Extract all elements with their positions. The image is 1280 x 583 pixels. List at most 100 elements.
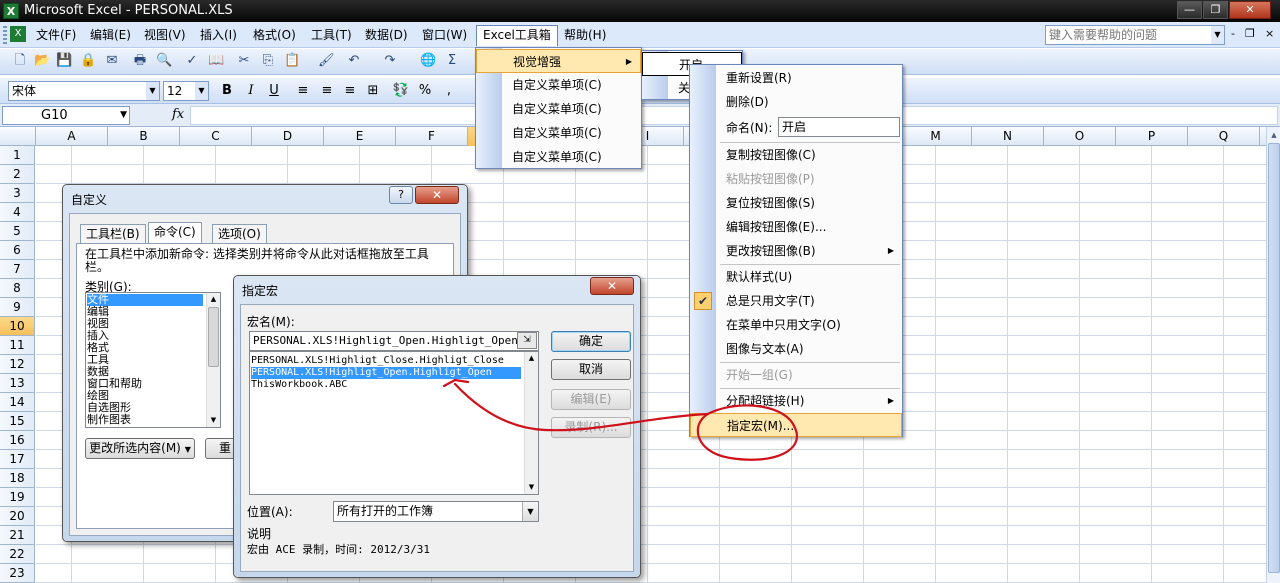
menu-item-custom-3[interactable]: 自定义菜单项(C) [476,121,641,145]
row-header[interactable]: 20 [0,507,35,526]
cut-icon[interactable]: ✂ [236,53,252,69]
menu-tools[interactable]: 工具(T) [305,25,358,46]
column-header[interactable]: D [252,127,324,146]
menu-help[interactable]: 帮助(H) [558,25,612,46]
menu-item-reset-image[interactable]: 复位按钮图像(S) [690,191,902,215]
save-icon[interactable]: 💾 [56,53,72,69]
ok-button[interactable]: 确定 [551,331,631,352]
row-header[interactable]: 8 [0,279,35,298]
row-header[interactable]: 14 [0,393,35,412]
menu-item-begin-group[interactable]: 开始一组(G) [690,363,902,387]
row-header[interactable]: 23 [0,564,35,583]
scroll-thumb[interactable] [1268,143,1280,573]
row-header-selected[interactable]: 10 [0,317,35,336]
row-header[interactable]: 15 [0,412,35,431]
scroll-thumb[interactable] [208,307,219,367]
minimize-button[interactable]: — [1177,1,1202,19]
research-icon[interactable]: 📖 [208,53,224,69]
restore-button[interactable]: ❐ [1203,1,1228,19]
row-header[interactable]: 13 [0,374,35,393]
open-icon[interactable]: 📂 [34,53,50,69]
tab-commands[interactable]: 命令(C) [148,222,202,244]
menu-item-reset[interactable]: 重新设置(R) [690,66,902,90]
permission-icon[interactable]: 🔒 [80,53,96,69]
email-icon[interactable]: ✉ [104,53,120,69]
insert-function-icon[interactable]: fx [172,107,184,122]
undo-icon[interactable]: ↶ [346,53,362,69]
print-icon[interactable]: 🖶 [132,53,148,69]
row-header[interactable]: 6 [0,241,35,260]
row-header[interactable]: 1 [0,146,35,165]
row-header[interactable]: 22 [0,545,35,564]
comma-button[interactable]: , [440,82,458,100]
row-header[interactable]: 5 [0,222,35,241]
scroll-up-icon[interactable]: ▲ [207,293,220,306]
scroll-up-icon[interactable]: ▲ [525,352,538,365]
menu-file[interactable]: 文件(F) [30,25,82,46]
tab-toolbars[interactable]: 工具栏(B) [80,224,146,244]
macro-list[interactable]: PERSONAL.XLS!Highligt_Close.Highligt_Clo… [249,351,539,495]
workbook-minimize-button[interactable]: - [1231,27,1235,40]
menu-item-paste-image[interactable]: 粘贴按钮图像(P) [690,167,902,191]
chevron-down-icon[interactable]: ▼ [195,82,208,100]
row-header[interactable]: 2 [0,165,35,184]
workbook-close-button[interactable]: × [1265,27,1274,40]
new-icon[interactable]: 🗋 [12,53,28,69]
menu-data[interactable]: 数据(D) [359,25,414,46]
modify-selection-button[interactable]: 更改所选内容(M) ▼ [85,438,195,459]
row-header[interactable]: 9 [0,298,35,317]
help-search-input[interactable]: 键入需要帮助的问题 ▼ [1045,25,1225,45]
column-header[interactable]: A [36,127,108,146]
menu-item-image-and-text[interactable]: 图像与文本(A) [690,337,902,361]
menu-item-change-image[interactable]: 更改按钮图像(B) ▶ [690,239,902,263]
align-center-icon[interactable]: ≡ [318,82,336,100]
column-header[interactable]: B [108,127,180,146]
menu-item-text-only-always[interactable]: ✔ 总是只用文字(T) [690,289,902,313]
column-header[interactable]: P [1116,127,1188,146]
list-item[interactable]: ThisWorkbook.ABC [251,379,347,391]
chevron-down-icon[interactable]: ▼ [146,82,159,100]
menu-format[interactable]: 格式(O) [247,25,302,46]
location-select[interactable]: 所有打开的工作簿 ▼ [333,501,539,522]
menu-insert[interactable]: 插入(I) [194,25,243,46]
close-button[interactable]: ✕ [1229,1,1271,19]
menu-item-visual-enhance[interactable]: 视觉增强 ▶ [476,49,641,73]
menu-item-custom-2[interactable]: 自定义菜单项(C) [476,97,641,121]
row-header[interactable]: 17 [0,450,35,469]
select-all-corner[interactable] [0,127,36,146]
menu-window[interactable]: 窗口(W) [416,25,473,46]
row-header[interactable]: 21 [0,526,35,545]
name-box[interactable]: G10 ▼ [2,106,130,125]
percent-button[interactable]: % [416,82,434,100]
currency-icon[interactable]: 💱 [392,82,410,100]
underline-button[interactable]: U [265,82,283,100]
menu-item-custom-4[interactable]: 自定义菜单项(C) [476,145,641,169]
scroll-down-icon[interactable]: ▼ [207,414,220,427]
menu-item-assign-macro[interactable]: 指定宏(M)... [690,413,902,437]
align-right-icon[interactable]: ≡ [341,82,359,100]
help-button[interactable]: ? [389,186,413,204]
autosum-icon[interactable]: Σ [444,53,460,69]
dialog-close-button[interactable]: ✕ [415,186,459,204]
vertical-scrollbar[interactable]: ▲ [1266,127,1280,583]
menu-item-assign-hyperlink[interactable]: 分配超链接(H) ▶ [690,389,902,413]
redo-icon[interactable]: ↷ [382,53,398,69]
print-preview-icon[interactable]: 🔍 [156,53,172,69]
list-item-selected[interactable]: PERSONAL.XLS!Highligt_Open.Highligt_Open [251,367,521,379]
row-header[interactable]: 18 [0,469,35,488]
menu-edit[interactable]: 编辑(E) [84,25,137,46]
bold-button[interactable]: B [218,82,236,100]
menu-item-text-only-in-menus[interactable]: 在菜单中只用文字(O) [690,313,902,337]
merge-center-icon[interactable]: ⊞ [364,82,382,100]
chevron-down-icon[interactable]: ▼ [1211,26,1224,44]
button-name-input[interactable]: 开启 [778,117,900,137]
column-header[interactable]: Q [1188,127,1260,146]
column-header[interactable]: F [396,127,468,146]
cancel-button[interactable]: 取消 [551,359,631,380]
menu-item-custom-1[interactable]: 自定义菜单项(C) [476,73,641,97]
collapse-dialog-icon[interactable]: ⇲ [517,332,537,349]
menu-item-default-style[interactable]: 默认样式(U) [690,265,902,289]
record-button[interactable]: 录制(R)... [551,417,631,438]
row-header[interactable]: 16 [0,431,35,450]
edit-button[interactable]: 编辑(E) [551,389,631,410]
